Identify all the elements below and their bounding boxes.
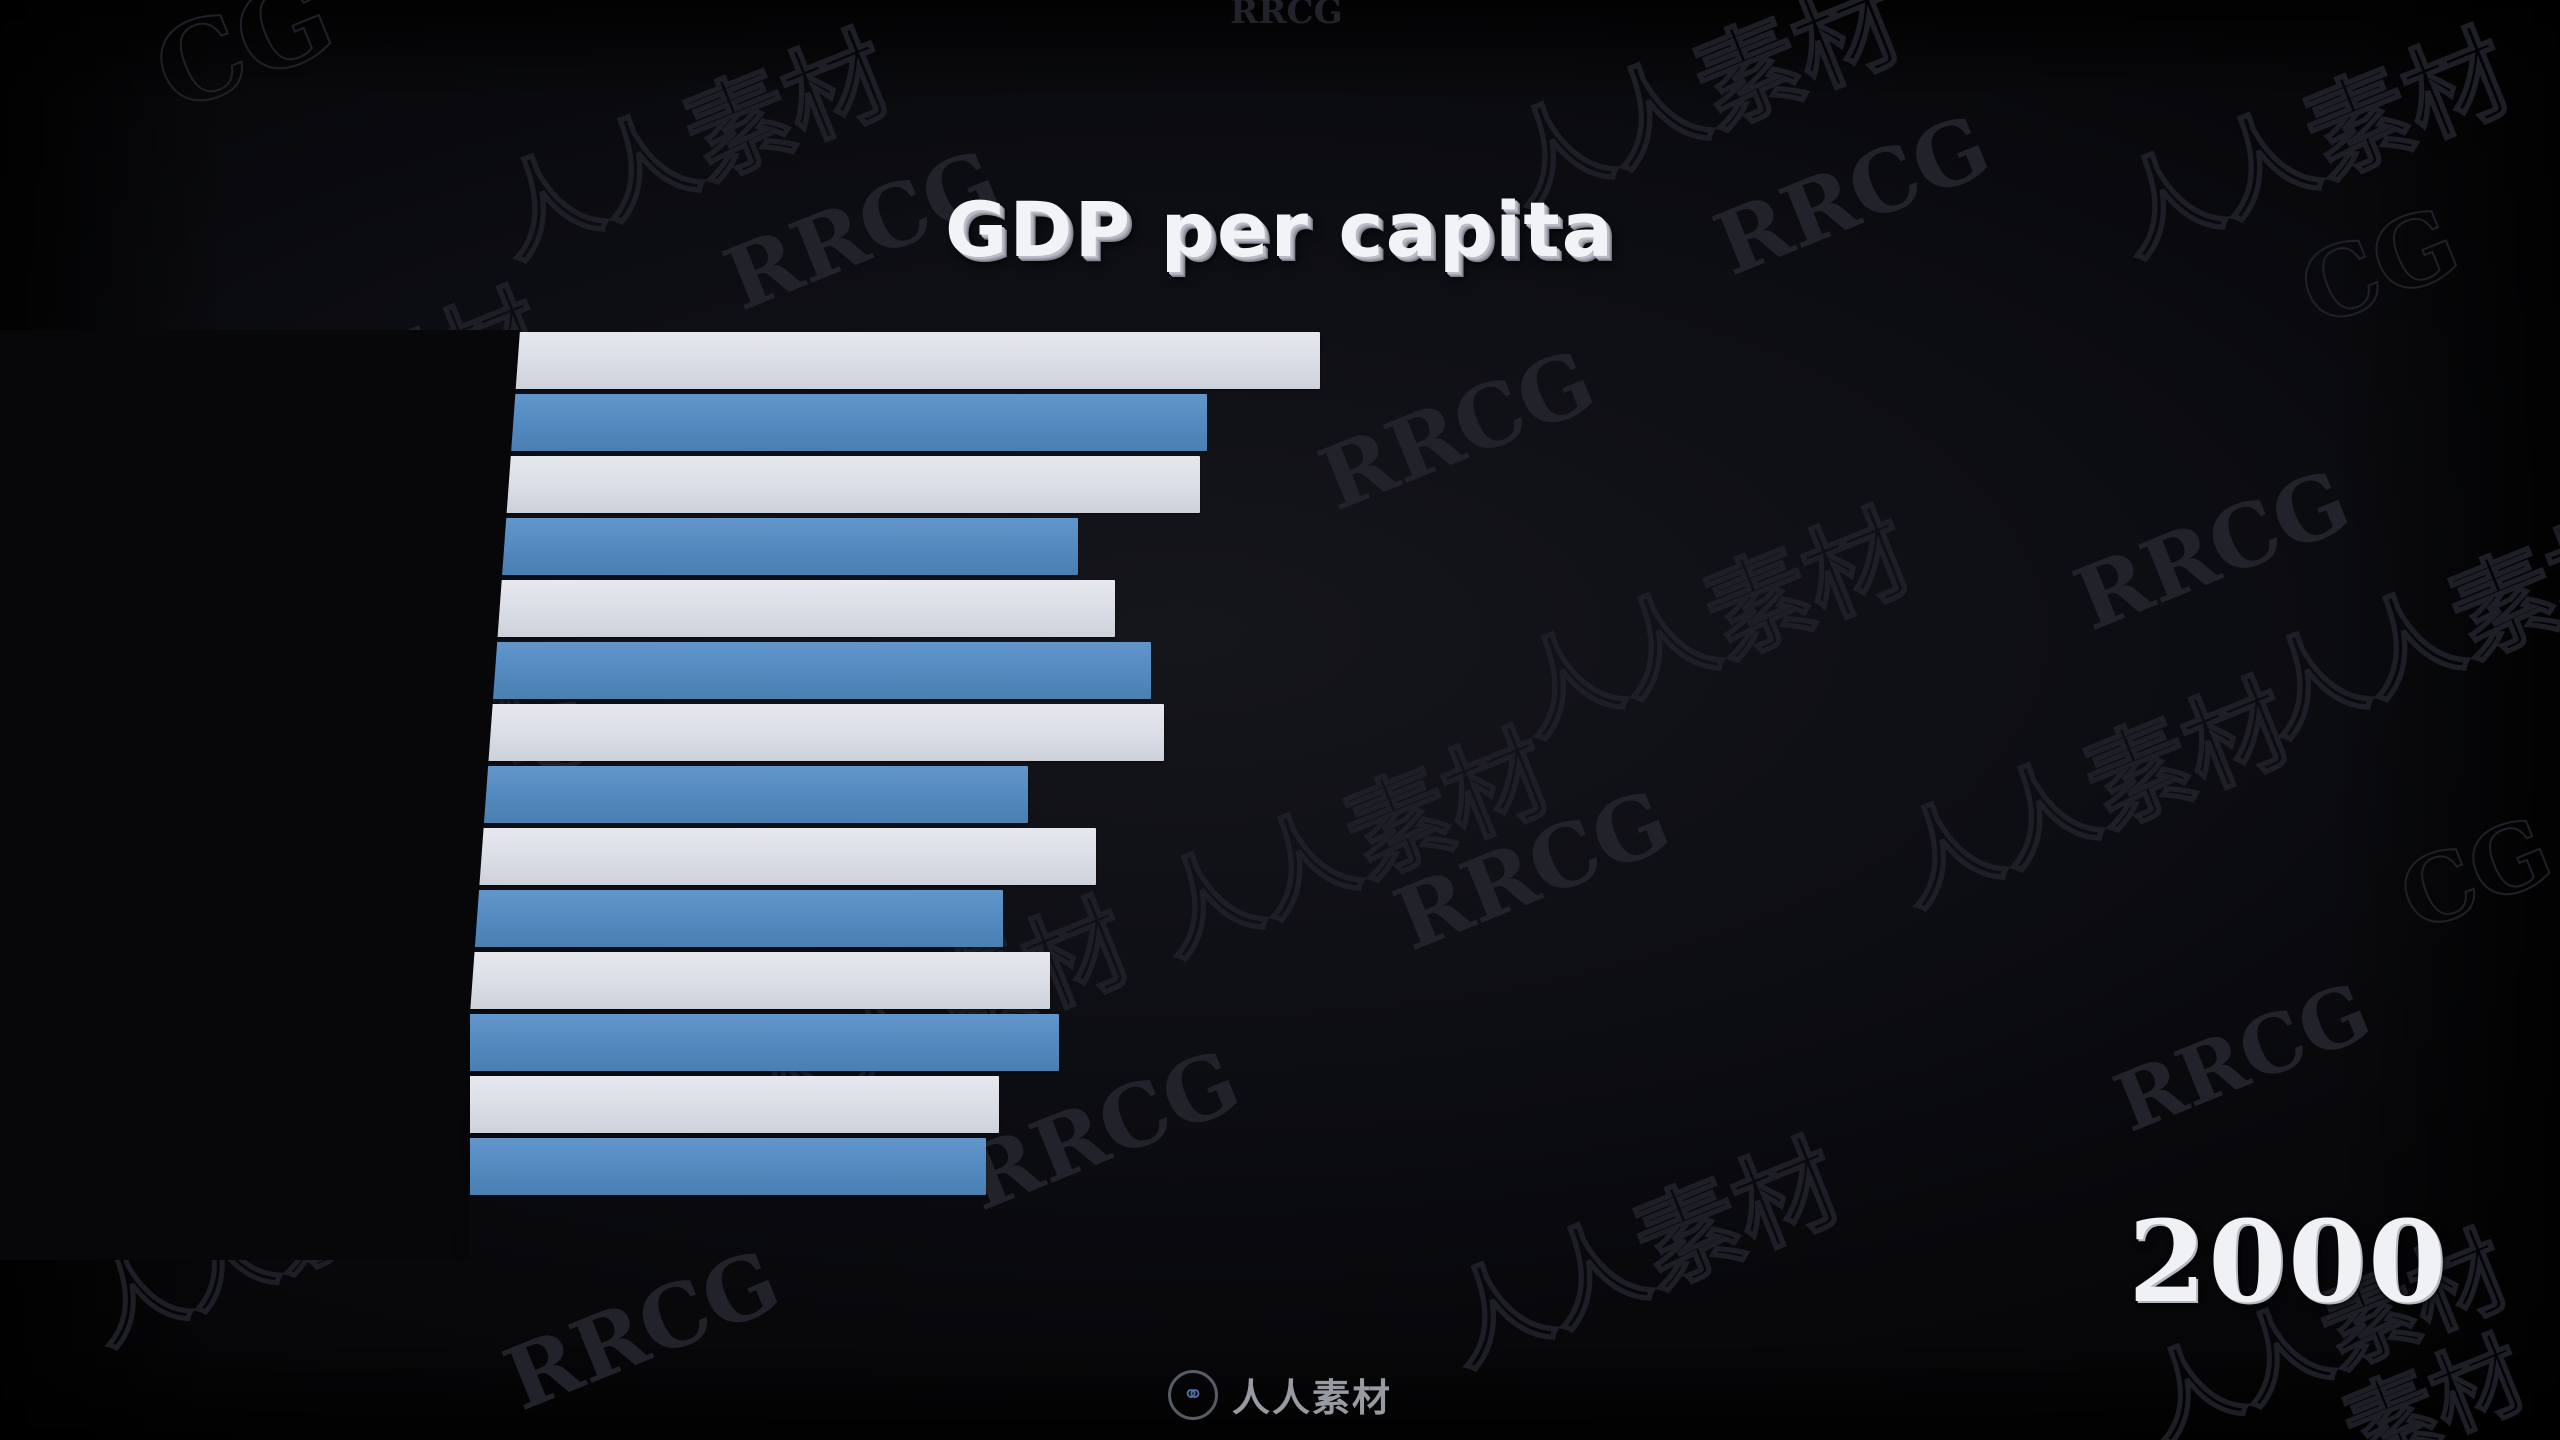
bar-singapore bbox=[463, 766, 1028, 823]
bar-netherlands bbox=[447, 952, 1050, 1009]
plot-area: LuxembourgSwitzerlandNorwayIrelandQatarI… bbox=[0, 330, 2560, 1260]
bar-switzerland bbox=[494, 394, 1207, 451]
perspective-mask bbox=[0, 330, 520, 1260]
bar-australia bbox=[452, 890, 1004, 947]
site-logo-watermark: ⚭ 人人素材 bbox=[1167, 1367, 1393, 1422]
bar-usa bbox=[468, 704, 1165, 761]
logo-mark-icon: ⚭ bbox=[1167, 1369, 1218, 1420]
bar-ireland bbox=[484, 518, 1078, 575]
bar-iceland bbox=[473, 642, 1152, 699]
bar-chart-race: GDP per capita LuxembourgSwitzerlandNorw… bbox=[0, 0, 2560, 1440]
logo-text: 人人素材 bbox=[1231, 1376, 1393, 1420]
bar-luxembourg bbox=[500, 332, 1320, 389]
year-counter: 2000 bbox=[2128, 1197, 2448, 1328]
bar-austria bbox=[437, 1076, 999, 1133]
bar-sweden bbox=[442, 1014, 1060, 1071]
bar-norway bbox=[489, 456, 1200, 513]
bar-qatar bbox=[479, 580, 1115, 637]
chart-title: GDP per capita bbox=[945, 185, 1615, 274]
bar-denmark bbox=[458, 828, 1096, 885]
